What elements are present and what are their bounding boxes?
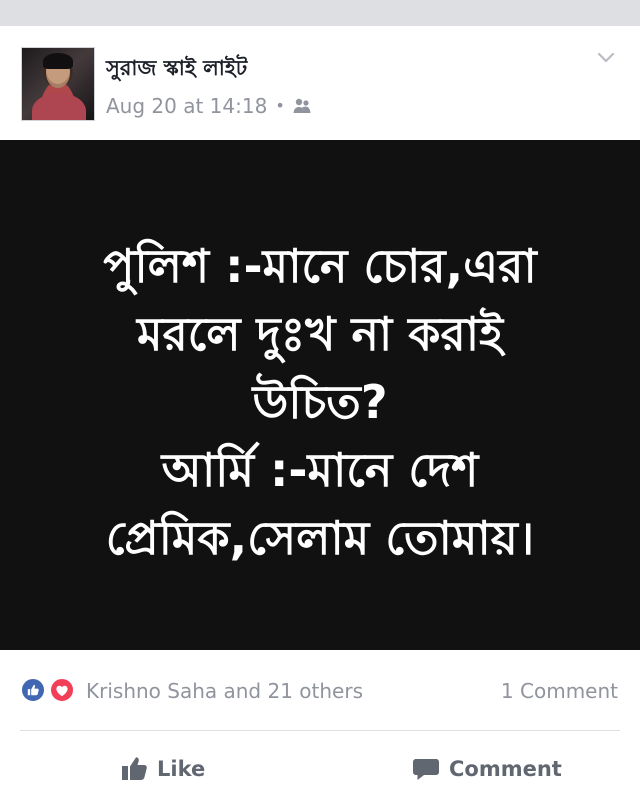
- post-image[interactable]: পুলিশ :-মানে চোর,এরা মরলে দুঃখ না করাই উ…: [0, 140, 640, 650]
- like-reaction-icon: [20, 677, 46, 703]
- comment-button-label: Comment: [449, 757, 562, 781]
- like-button[interactable]: Like: [119, 752, 205, 786]
- thumbs-up-icon: [122, 757, 147, 780]
- avatar-body-shape: [32, 93, 86, 120]
- author-name-link[interactable]: সুরাজ স্কাই লাইট: [106, 54, 247, 82]
- comment-button[interactable]: Comment: [411, 752, 562, 786]
- meta-separator: •: [275, 96, 285, 115]
- avatar-hair-shape: [43, 53, 73, 69]
- post-meta: Aug 20 at 14:18 •: [106, 93, 313, 119]
- like-button-label: Like: [157, 757, 206, 781]
- love-reaction-icon: [49, 677, 75, 703]
- comments-count-link[interactable]: 1 Comment: [501, 677, 618, 705]
- post-timestamp[interactable]: Aug 20 at 14:18: [106, 93, 267, 119]
- liked-by-text[interactable]: Krishno Saha and 21 others: [86, 677, 363, 705]
- reaction-icons[interactable]: [20, 677, 80, 705]
- reactions-summary: Krishno Saha and 21 others 1 Comment: [0, 650, 640, 730]
- post-image-text: পুলিশ :-মানে চোর,এরা মরলে দুঃখ না করাই উ…: [103, 239, 537, 565]
- friends-icon[interactable]: [291, 97, 313, 115]
- post-actions-bar: Like Comment: [0, 731, 640, 800]
- author-avatar[interactable]: [21, 47, 95, 121]
- top-gray-strip: [0, 0, 640, 26]
- post-header: সুরাজ স্কাই লাইট Aug 20 at 14:18 •: [0, 26, 640, 140]
- facebook-post-screen: সুরাজ স্কাই লাইট Aug 20 at 14:18 • পুলিশ…: [0, 0, 640, 800]
- comment-icon: [413, 759, 439, 780]
- chevron-down-icon[interactable]: [595, 48, 617, 66]
